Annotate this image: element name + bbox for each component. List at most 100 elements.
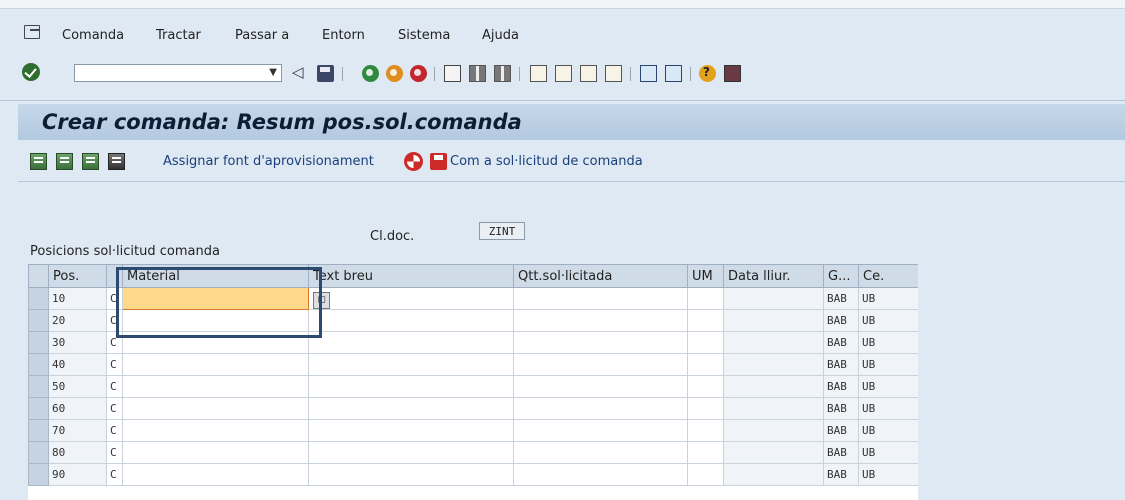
row-selector[interactable] (28, 331, 49, 354)
um-input[interactable] (687, 463, 724, 486)
short-text-input[interactable] (308, 353, 514, 376)
um-input[interactable] (687, 441, 724, 464)
delivery-date-cell[interactable] (723, 353, 824, 376)
material-input[interactable] (122, 419, 309, 442)
ok-icon[interactable] (22, 63, 40, 81)
item-list-icon[interactable] (56, 153, 73, 170)
column-header-type[interactable] (106, 264, 123, 288)
save-icon[interactable] (430, 153, 447, 170)
item-category-cell[interactable]: C (106, 441, 123, 464)
short-text-input[interactable] (308, 331, 514, 354)
new-session-icon[interactable] (640, 65, 657, 82)
quantity-input[interactable] (513, 375, 688, 398)
quantity-input[interactable] (513, 397, 688, 420)
find-icon[interactable] (469, 65, 486, 82)
short-text-input[interactable] (308, 441, 514, 464)
material-input[interactable] (122, 397, 309, 420)
um-input[interactable] (687, 287, 724, 310)
material-input[interactable] (122, 441, 309, 464)
delivery-date-cell[interactable] (723, 331, 824, 354)
delivery-date-cell[interactable] (723, 441, 824, 464)
row-selector-header[interactable] (28, 264, 49, 288)
item-category-cell[interactable]: C (106, 353, 123, 376)
chevron-down-icon[interactable]: ▼ (269, 67, 277, 78)
quantity-input[interactable] (513, 309, 688, 332)
item-category-cell[interactable]: C (106, 287, 123, 310)
save-icon[interactable] (317, 65, 334, 82)
material-input[interactable] (122, 287, 309, 310)
row-selector[interactable] (28, 309, 49, 332)
material-input[interactable] (122, 331, 309, 354)
material-input[interactable] (122, 353, 309, 376)
command-input[interactable] (75, 65, 263, 81)
exit-icon[interactable] (386, 65, 403, 82)
menu-item-entorn[interactable]: Entorn (322, 28, 365, 43)
column-header-pos[interactable]: Pos. (48, 264, 107, 288)
menu-item-ajuda[interactable]: Ajuda (482, 28, 519, 43)
item-category-cell[interactable]: C (106, 419, 123, 442)
short-text-input[interactable] (308, 309, 514, 332)
row-selector[interactable] (28, 353, 49, 376)
column-header-um[interactable]: UM (687, 264, 724, 288)
default-values-icon[interactable] (108, 153, 125, 170)
search-help-button[interactable]: ▢ (313, 292, 330, 309)
cancel-icon[interactable] (410, 65, 427, 82)
um-input[interactable] (687, 397, 724, 420)
row-selector[interactable] (28, 441, 49, 464)
delivery-date-cell[interactable] (723, 375, 824, 398)
material-input[interactable] (122, 309, 309, 332)
item-category-cell[interactable]: C (106, 463, 123, 486)
row-selector[interactable] (28, 463, 49, 486)
lifebuoy-icon[interactable] (404, 152, 423, 171)
column-header-group[interactable]: G... (823, 264, 859, 288)
quantity-input[interactable] (513, 287, 688, 310)
row-selector[interactable] (28, 397, 49, 420)
menu-item-comanda[interactable]: Comanda (62, 28, 124, 43)
column-header-center[interactable]: Ce. (858, 264, 918, 288)
customize-icon[interactable] (724, 65, 741, 82)
assign-source-button[interactable]: Assignar font d'aprovisionament (163, 154, 374, 169)
row-selector[interactable] (28, 419, 49, 442)
quantity-input[interactable] (513, 463, 688, 486)
quantity-input[interactable] (513, 419, 688, 442)
um-input[interactable] (687, 331, 724, 354)
next-page-icon[interactable] (580, 65, 597, 82)
menu-toggle-icon[interactable] (24, 25, 40, 39)
short-text-input[interactable] (308, 463, 514, 486)
command-field[interactable]: ▼ (74, 64, 282, 82)
first-page-icon[interactable] (530, 65, 547, 82)
material-input[interactable] (122, 375, 309, 398)
doc-type-field[interactable]: ZINT (479, 222, 525, 240)
delivery-date-cell[interactable] (723, 309, 824, 332)
um-input[interactable] (687, 375, 724, 398)
menu-item-tractar[interactable]: Tractar (156, 28, 201, 43)
row-selector[interactable] (28, 375, 49, 398)
short-text-input[interactable] (308, 287, 514, 310)
column-header-quantity[interactable]: Qtt.sol·licitada (513, 264, 688, 288)
menu-item-passar-a[interactable]: Passar a (235, 28, 289, 43)
delivery-date-cell[interactable] (723, 397, 824, 420)
quantity-input[interactable] (513, 441, 688, 464)
column-header-delivery-date[interactable]: Data lliur. (723, 264, 824, 288)
um-input[interactable] (687, 353, 724, 376)
short-text-input[interactable] (308, 375, 514, 398)
um-input[interactable] (687, 309, 724, 332)
menu-item-sistema[interactable]: Sistema (398, 28, 450, 43)
column-header-short-text[interactable]: Text breu (308, 264, 514, 288)
delivery-date-cell[interactable] (723, 419, 824, 442)
column-header-material[interactable]: Material (122, 264, 309, 288)
quantity-input[interactable] (513, 331, 688, 354)
item-category-cell[interactable]: C (106, 375, 123, 398)
delivery-date-cell[interactable] (723, 287, 824, 310)
help-icon[interactable] (699, 65, 716, 82)
short-text-input[interactable] (308, 419, 514, 442)
back-icon[interactable] (292, 63, 309, 82)
back-green-icon[interactable] (362, 65, 379, 82)
delivery-date-cell[interactable] (723, 463, 824, 486)
row-selector[interactable] (28, 287, 49, 310)
find-next-icon[interactable] (494, 65, 511, 82)
last-page-icon[interactable] (605, 65, 622, 82)
print-icon[interactable] (444, 65, 461, 82)
item-category-cell[interactable]: C (106, 397, 123, 420)
um-input[interactable] (687, 419, 724, 442)
